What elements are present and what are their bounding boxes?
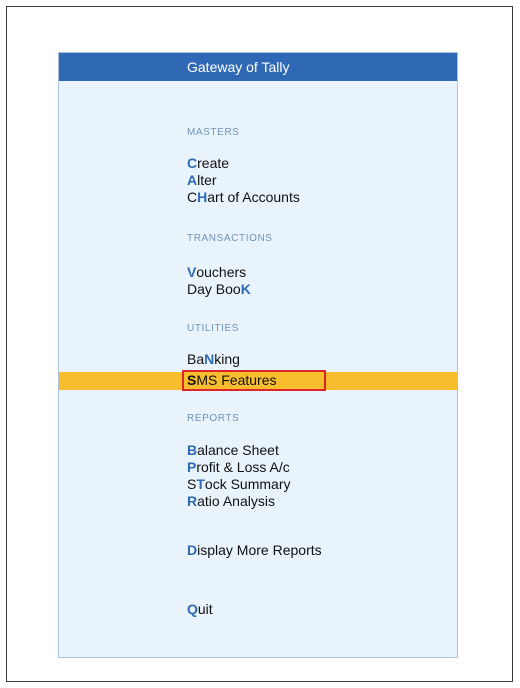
hotkey: P [187,459,197,475]
section-transactions: TRANSACTIONS [187,233,273,244]
menu-item-label-prefix: Day Boo [187,281,241,297]
menu-item-create[interactable]: Create [187,155,229,172]
menu-item-balance-sheet[interactable]: Balance Sheet [187,442,279,459]
menu-item-label-prefix: Ba [187,351,205,367]
gateway-menu-panel: Gateway of Tally MASTERS Create Alter CH… [58,52,458,658]
section-utilities: UTILITIES [187,323,240,334]
menu-item-display-more-reports[interactable]: Display More Reports [187,542,322,559]
selection-outline [182,370,326,391]
menu-item-label: lter [197,172,217,188]
menu-item-label: king [214,351,240,367]
hotkey: C [187,155,198,171]
hotkey: V [187,264,197,280]
menu-item-vouchers[interactable]: Vouchers [187,264,246,281]
menu-item-day-book[interactable]: Day BooK [187,281,251,298]
panel-title: Gateway of Tally [187,59,290,75]
hotkey: Q [187,601,198,617]
menu-item-banking[interactable]: BaNking [187,351,240,368]
hotkey: B [187,442,198,458]
screenshot-frame: Gateway of Tally MASTERS Create Alter CH… [6,6,513,682]
menu-item-label: uit [197,601,213,617]
menu-item-label: ouchers [196,264,247,280]
menu-item-label: alance Sheet [197,442,279,458]
menu-item-ratio-analysis[interactable]: Ratio Analysis [187,493,275,510]
menu-item-label-prefix: S [187,476,197,492]
hotkey: D [187,542,198,558]
panel-title-bar: Gateway of Tally [59,53,457,81]
section-masters: MASTERS [187,127,240,138]
hotkey: K [240,281,251,297]
menu-item-label: reate [197,155,230,171]
menu-item-label: rofit & Loss A/c [196,459,290,475]
menu-item-profit-loss[interactable]: Profit & Loss A/c [187,459,290,476]
menu-item-label: ock Summary [204,476,291,492]
hotkey: A [187,172,198,188]
menu-item-label: atio Analysis [197,493,275,509]
menu-item-label: art of Accounts [207,189,300,205]
menu-item-label: isplay More Reports [197,542,322,558]
hotkey: R [187,493,198,509]
menu-item-chart-of-accounts[interactable]: CHart of Accounts [187,189,300,206]
section-reports: REPORTS [187,413,240,424]
hotkey: H [197,189,208,205]
menu-item-quit[interactable]: Quit [187,601,213,618]
menu-item-stock-summary[interactable]: STock Summary [187,476,290,493]
menu-item-alter[interactable]: Alter [187,172,217,189]
hotkey: T [196,476,205,492]
hotkey: N [204,351,215,367]
menu-item-label-prefix: C [187,189,198,205]
